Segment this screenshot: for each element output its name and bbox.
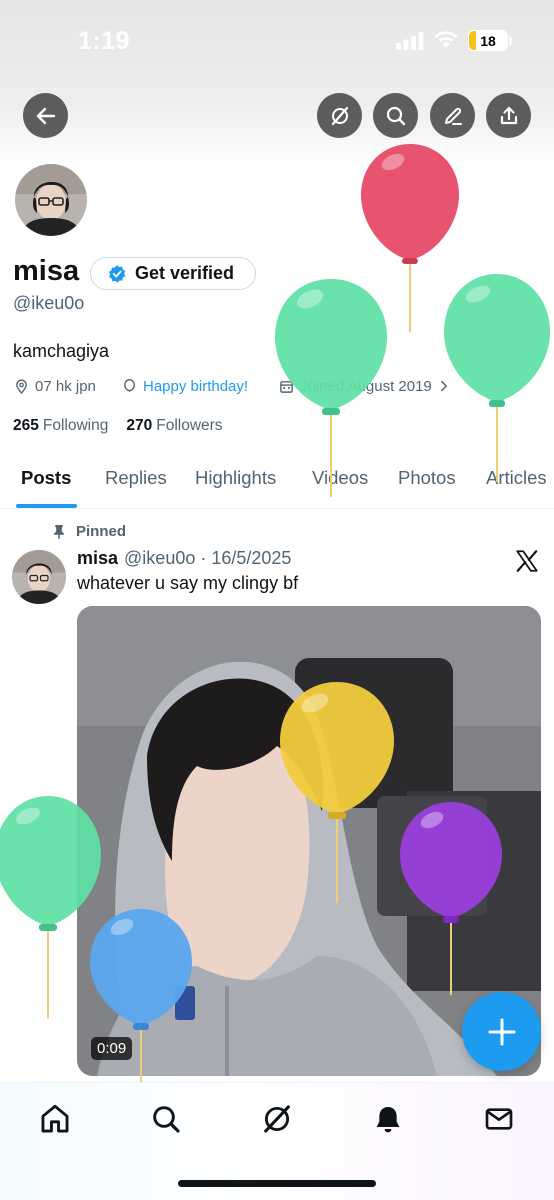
birthday-text[interactable]: Happy birthday! bbox=[143, 378, 248, 395]
profile-avatar[interactable] bbox=[12, 161, 90, 239]
active-tab-indicator bbox=[16, 504, 77, 508]
location-text: 07 hk jpn bbox=[35, 377, 96, 395]
edit-icon bbox=[444, 107, 462, 125]
location-pin-icon bbox=[16, 379, 27, 394]
search-button[interactable] bbox=[373, 93, 418, 138]
profile-handle: @ikeu0o bbox=[13, 293, 85, 313]
followers-count: 270 bbox=[126, 417, 153, 434]
profile-tabs: Posts Replies Highlights Videos Photos A… bbox=[0, 455, 554, 509]
tab-photos[interactable]: Photos bbox=[398, 467, 456, 489]
notifications-icon bbox=[376, 1107, 400, 1133]
tab-videos[interactable]: Videos bbox=[312, 467, 368, 489]
post-author-name[interactable]: misa bbox=[77, 548, 118, 568]
calendar-icon bbox=[280, 380, 293, 393]
pin-icon bbox=[53, 524, 65, 539]
cellular-signal-icon bbox=[396, 32, 424, 50]
tab-highlights[interactable]: Highlights bbox=[195, 467, 276, 489]
plus-icon bbox=[488, 1018, 515, 1045]
home-icon bbox=[41, 1104, 69, 1133]
share-button[interactable] bbox=[486, 93, 531, 138]
back-button[interactable] bbox=[23, 93, 68, 138]
chevron-right-icon[interactable] bbox=[438, 380, 450, 392]
messages-icon bbox=[485, 1108, 513, 1130]
pinned-label: Pinned bbox=[52, 523, 126, 540]
status-time: 1:19 bbox=[78, 27, 131, 55]
nav-search[interactable] bbox=[148, 1101, 184, 1137]
home-indicator bbox=[178, 1180, 376, 1187]
profile-bio: kamchagiya bbox=[13, 341, 110, 361]
search-icon bbox=[153, 1106, 180, 1133]
following-label: Following bbox=[42, 417, 109, 434]
grok-icon bbox=[264, 1105, 290, 1133]
post-meta: @ikeu0o · 16/5/2025 bbox=[124, 548, 292, 568]
following-count: 265 bbox=[13, 417, 39, 434]
search-icon bbox=[386, 106, 405, 125]
followers-link[interactable]: 270 Followers bbox=[126, 417, 222, 435]
balloon-icon bbox=[124, 378, 135, 393]
nav-messages[interactable] bbox=[481, 1101, 517, 1137]
followers-label: Followers bbox=[156, 417, 223, 434]
post-author-avatar[interactable] bbox=[12, 550, 66, 604]
tab-posts[interactable]: Posts bbox=[21, 467, 71, 489]
video-duration: 0:09 bbox=[91, 1037, 133, 1060]
nav-notifications[interactable] bbox=[370, 1101, 406, 1137]
birthday[interactable]: Happy birthday! bbox=[122, 375, 248, 397]
location: 07 hk jpn bbox=[14, 375, 96, 397]
post-header: misa @ikeu0o · 16/5/2025 bbox=[77, 548, 291, 569]
compose-post-button[interactable] bbox=[462, 992, 541, 1071]
status-bar: 1:19 18 bbox=[0, 0, 554, 80]
avatar-photo bbox=[12, 550, 66, 604]
x-logo-icon bbox=[516, 550, 538, 572]
join-date: Joined August 2019 bbox=[279, 375, 450, 397]
grok-icon bbox=[331, 106, 348, 125]
post-text: whatever u say my clingy bf bbox=[77, 573, 299, 593]
battery-percent: 18 bbox=[480, 33, 496, 49]
following-link[interactable]: 265 Following bbox=[13, 417, 108, 435]
tab-articles[interactable]: Articles bbox=[486, 467, 547, 489]
pinned-text: Pinned bbox=[76, 523, 127, 540]
follow-stats: 265 Following 270 Followers bbox=[13, 417, 223, 435]
share-icon bbox=[500, 106, 517, 124]
arrow-left-icon bbox=[36, 107, 55, 124]
battery-tip bbox=[509, 37, 512, 45]
battery-icon: 18 bbox=[468, 30, 508, 51]
nav-grok[interactable] bbox=[259, 1101, 295, 1137]
wifi-icon bbox=[434, 31, 458, 48]
display-name: misa bbox=[13, 255, 80, 287]
avatar-photo bbox=[15, 164, 87, 236]
join-date-text: Joined August 2019 bbox=[300, 377, 432, 395]
grok-button[interactable] bbox=[317, 93, 362, 138]
balloon-green bbox=[444, 274, 550, 482]
nav-home[interactable] bbox=[37, 1101, 73, 1137]
edit-button[interactable] bbox=[430, 93, 475, 138]
get-verified-label: Get verified bbox=[135, 263, 235, 283]
tab-replies[interactable]: Replies bbox=[105, 467, 167, 489]
get-verified-button[interactable]: Get verified bbox=[90, 257, 256, 290]
verified-badge-icon bbox=[108, 264, 126, 283]
